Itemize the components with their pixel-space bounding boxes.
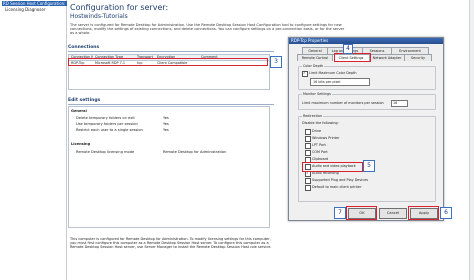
tab-general[interactable]: General [302,47,328,54]
tab-security[interactable]: Security [404,54,432,61]
setting-restrict-single-session-value: Yes [163,128,169,132]
connections-heading: Connections [68,45,274,52]
tab-network-adapter[interactable]: Network Adapter [369,54,405,61]
highlight-rdp-row [68,58,268,66]
monitor-limit-label: Limit maximum number of monitors per ses… [302,101,384,105]
callout-7: 7 [334,207,346,219]
plug-and-play-checkbox[interactable] [305,178,311,184]
lpt-port-checkbox[interactable] [305,143,311,149]
tab-environment[interactable]: Environment [391,47,429,54]
general-label: General [71,109,87,113]
tree-item-rdsh-config[interactable]: RD Session Host Configuration: [2,1,67,6]
default-printer-checkbox[interactable] [305,185,311,191]
highlight-client-settings-tab [334,53,371,62]
drive-label: Drive [312,129,322,133]
color-depth-label: Color Depth [302,64,325,68]
drive-checkbox[interactable] [305,129,311,135]
setting-licensing-mode[interactable]: Remote Desktop licensing mode [76,150,134,154]
licensing-label: Licensing [71,142,91,146]
highlight-apply [408,206,439,220]
monitor-settings-label: Monitor Settings [302,92,332,96]
callout-5: 5 [363,160,375,172]
setting-delete-temp-folders-value: Yes [163,116,169,120]
windows-printer-label: Windows Printer [312,136,340,140]
setting-restrict-single-session[interactable]: Restrict each user to a single session [76,128,143,132]
windows-printer-checkbox[interactable] [305,136,311,142]
lpt-port-label: LPT Port [312,143,326,147]
console-tree: RD Session Host Configuration: Licensing… [0,0,67,280]
default-printer-label: Default to main client printer [312,185,362,189]
status-message: This computer is configured for Remote D… [70,237,272,249]
highlight-audio-video [302,162,363,172]
edit-settings-heading: Edit settings [68,98,274,105]
plug-and-play-label: Supported Plug and Play Devices [312,178,369,182]
tree-item-licensing-diagnoser[interactable]: Licensing Diagnoser [5,7,45,12]
setting-licensing-mode-value: Remote Desktop for Administration [163,150,227,154]
setting-temp-folders-per-session-value: Yes [163,122,169,126]
vertical-scrollbar[interactable] [469,0,474,280]
server-name: Hostwinds-Tutorials [70,13,128,20]
setting-delete-temp-folders[interactable]: Delete temporary folders on exit [76,116,135,120]
limit-color-checkbox[interactable] [302,70,308,77]
highlight-ok [346,206,377,220]
clipboard-label: Clipboard [312,157,329,161]
redirection-label: Redirection [302,114,324,118]
com-port-checkbox[interactable] [305,150,311,156]
tab-remote-control[interactable]: Remote Control [297,54,333,61]
color-depth-select[interactable]: 16 bits per pixel [310,78,370,86]
setting-temp-folders-per-session[interactable]: Use temporary folders per session [76,122,138,126]
monitor-count-stepper[interactable]: 16 [391,100,408,107]
callout-4: 4 [343,44,353,54]
disable-following-label: Disable the following: [302,121,339,125]
dialog-title[interactable]: RDP-Tcp Properties [289,38,443,44]
page-description: The server is configured for Remote Desk… [70,23,345,36]
callout-6: 6 [440,207,452,219]
page-title: Configuration for server: [70,3,169,12]
callout-3: 3 [270,56,282,68]
com-port-label: COM Port [312,150,328,154]
cancel-button[interactable]: Cancel [379,208,407,219]
limit-color-label: Limit Maximum Color Depth [309,71,357,75]
